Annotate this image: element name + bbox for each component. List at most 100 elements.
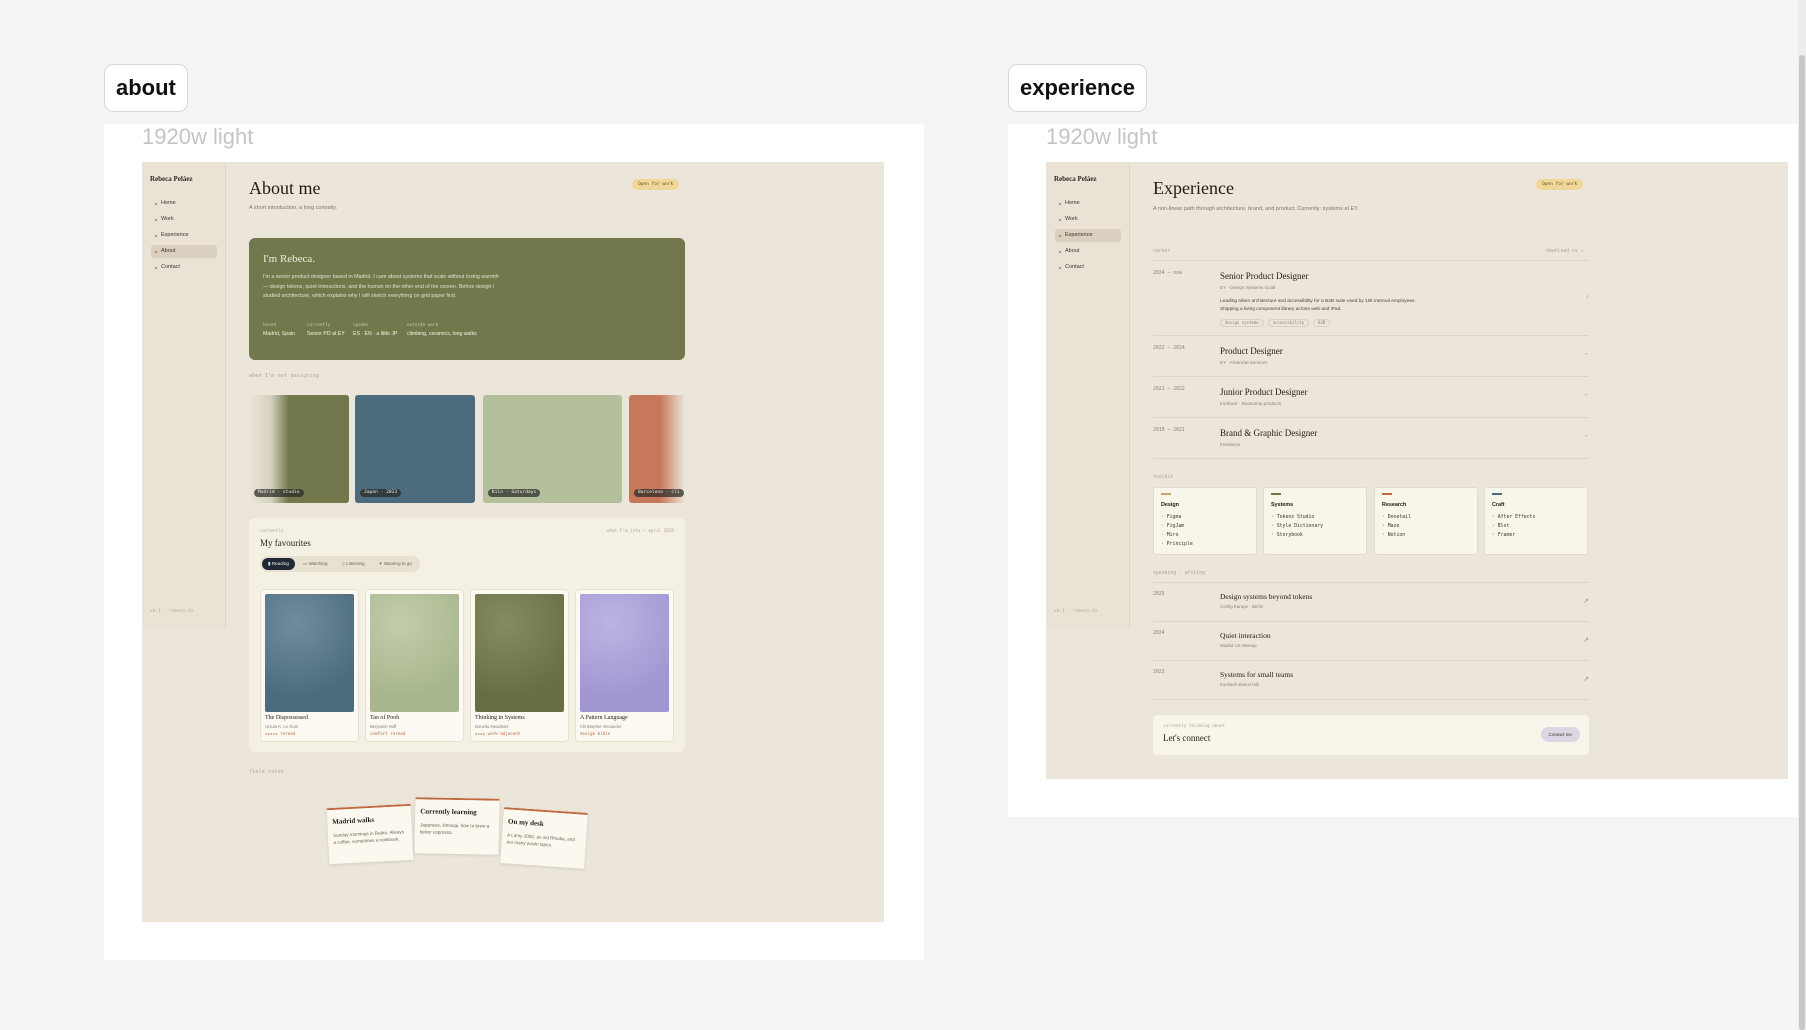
toolkit-title: Design: [1161, 502, 1179, 508]
external-link-icon[interactable]: ↗: [1583, 675, 1589, 683]
sidebar-item-work[interactable]: Work: [151, 213, 217, 226]
arrow-right-icon[interactable]: →: [1582, 391, 1589, 398]
status-badge[interactable]: Open for work: [632, 179, 680, 190]
external-link-icon[interactable]: ↗: [1583, 636, 1589, 644]
sidebar-item-label: Contact: [161, 264, 180, 270]
experience-row[interactable]: 2024 — now Senior Product Designer EY · …: [1153, 261, 1589, 336]
book-title: The Dispossessed: [265, 715, 308, 721]
sidebar-item-experience[interactable]: Experience: [1055, 229, 1121, 242]
career-section-label: career: [1153, 249, 1171, 254]
canvas-scrollbar[interactable]: [1798, 0, 1806, 1030]
sidebar-item-label: Work: [161, 216, 174, 222]
experience-row[interactable]: 2021 — 2022 Junior Product Designer Iron…: [1153, 377, 1589, 418]
book-title: A Pattern Language: [580, 715, 628, 721]
book-cover: [475, 594, 564, 712]
tab-label: Wanting to go: [383, 561, 412, 566]
list-item: · FigJam: [1161, 524, 1185, 529]
note-card[interactable]: Madrid walks Sunday mornings in Retiro. …: [326, 803, 414, 865]
sidebar-item-about[interactable]: About: [1055, 245, 1121, 258]
talk-row[interactable]: 2023 Systems for small teams Ironhack al…: [1153, 661, 1589, 700]
book-card[interactable]: A Pattern Language Christopher Alexander…: [575, 589, 674, 742]
toolkit-card-systems: Systems · Tokens Studio · Style Dictiona…: [1263, 487, 1367, 555]
list-item: · Tokens Studio: [1271, 515, 1315, 520]
talk-row[interactable]: 2024 Quiet interaction Madrid UX Meetup …: [1153, 622, 1589, 661]
toolkit-title: Research: [1382, 502, 1407, 508]
frame-tag-about[interactable]: about: [104, 64, 188, 112]
sidebar-item-label: Work: [1065, 216, 1078, 222]
bullet-icon: [155, 218, 157, 221]
arrow-right-icon[interactable]: →: [1582, 350, 1589, 357]
favourites-title: My favourites: [260, 538, 311, 548]
notes-section-label: field notes: [249, 770, 285, 775]
photo-madrid[interactable]: Madrid · studio: [249, 395, 349, 503]
download-cv-link[interactable]: download cv ↓: [1546, 249, 1584, 254]
scrollbar-thumb[interactable]: [1799, 55, 1805, 1030]
list-item: · Style Dictionary: [1271, 524, 1323, 529]
role-years: 2022 — 2024: [1153, 346, 1185, 351]
book-rating: design bible: [580, 731, 611, 736]
bullet-icon: [1059, 218, 1061, 221]
role-title: Brand & Graphic Designer: [1220, 428, 1318, 438]
sidebar-item-home[interactable]: Home: [151, 197, 217, 210]
book-card[interactable]: The Dispossessed Ursula K. Le Guin ★★★★★…: [260, 589, 359, 742]
list-item: · Figma: [1161, 515, 1182, 520]
experience-row[interactable]: 2022 — 2024 Product Designer EY · Financ…: [1153, 336, 1589, 377]
book-card[interactable]: Tao of Pooh Benjamin Hoff comfort reread: [365, 589, 464, 742]
contact-button[interactable]: Contact me: [1540, 727, 1580, 742]
about-page: Rebeca Peláez Home Work Experience About…: [142, 162, 884, 922]
fact-value: Senior PD at EY: [307, 331, 345, 337]
tab-wanting-to-go[interactable]: ✈ Wanting to go: [373, 558, 418, 570]
bullet-icon: [1059, 234, 1061, 237]
external-link-icon[interactable]: ↗: [1583, 597, 1589, 605]
photo-japan[interactable]: Japan · 2023: [355, 395, 475, 503]
page-subtitle: A short introduction, a long curiosity.: [249, 205, 337, 211]
photo-kiln[interactable]: Kiln · Saturdays: [483, 395, 622, 503]
book-cover: [370, 594, 459, 712]
status-badge[interactable]: Open for work: [1536, 179, 1584, 190]
role-tags: design systems accessibility B2B: [1220, 319, 1331, 327]
role-title: Junior Product Designer: [1220, 387, 1308, 397]
sidebar-item-work[interactable]: Work: [1055, 213, 1121, 226]
arrow-right-icon[interactable]: →: [1582, 432, 1589, 439]
toolkit-list: · Tokens Studio · Style Dictionary · Sto…: [1271, 513, 1323, 540]
tab-reading[interactable]: ▮ Reading: [262, 558, 295, 570]
role-years: 2019 — 2021: [1153, 428, 1185, 433]
bullet-icon: [155, 266, 157, 269]
note-title: Madrid walks: [332, 815, 375, 826]
experience-row[interactable]: 2019 — 2021 Brand & Graphic Designer Fre…: [1153, 418, 1589, 459]
sidebar: Rebeca Peláez Home Work Experience About…: [142, 162, 226, 628]
fact-value: ES · EN · a little JP: [353, 331, 398, 337]
favourites-meta: what I'm into — april 2025: [606, 529, 674, 534]
sidebar-item-label: Home: [1065, 200, 1080, 206]
talk-row[interactable]: 2025 Design systems beyond tokens Config…: [1153, 583, 1589, 622]
sidebar-item-about[interactable]: About: [151, 245, 217, 258]
artboard-label: 1920w light: [1046, 124, 1158, 149]
tab-listening[interactable]: ♫ Listening: [336, 558, 371, 570]
frame-tag-experience[interactable]: experience: [1008, 64, 1147, 112]
role-description: Leading token architecture and accessibi…: [1220, 299, 1416, 312]
sidebar-item-contact[interactable]: Contact: [1055, 261, 1121, 274]
fact-key: outside work: [407, 323, 439, 328]
list-item: · Miro: [1161, 533, 1179, 538]
intro-bio: I'm a senior product designer based in M…: [263, 274, 499, 299]
brand-name[interactable]: Rebeca Peláez: [1054, 175, 1097, 183]
sidebar-item-home[interactable]: Home: [1055, 197, 1121, 210]
book-card[interactable]: Thinking in Systems Donella Meadows ★★★★…: [470, 589, 569, 742]
note-card[interactable]: On my desk A Lamy 2000, an old Rhodia, a…: [500, 807, 588, 869]
photo-barcelona[interactable]: Barcelona · cli: [629, 395, 685, 503]
tab-watching[interactable]: ▭ Watching: [297, 558, 334, 570]
brand-name[interactable]: Rebeca Peláez: [150, 175, 193, 183]
photo-caption: Barcelona · cli: [634, 489, 684, 497]
book-rating: comfort reread: [370, 731, 406, 736]
accent-bar: [1492, 493, 1502, 495]
note-card[interactable]: Currently learning Japanese, kintsugi, h…: [414, 797, 500, 855]
sidebar-item-contact[interactable]: Contact: [151, 261, 217, 274]
toolkit-list: · Figma · FigJam · Miro · Principle: [1161, 513, 1193, 549]
bullet-icon: [1059, 202, 1061, 205]
chevron-down-icon[interactable]: ↓: [1586, 293, 1590, 300]
favourites-tabs: ▮ Reading ▭ Watching ♫ Listening ✈ Wanti…: [260, 556, 420, 572]
photo-caption: Japan · 2023: [360, 489, 402, 497]
artboard-about: 1920w light Rebeca Peláez Home Work Expe…: [104, 124, 924, 960]
note-body: Sunday mornings in Retiro. Always a coff…: [332, 829, 405, 845]
sidebar-item-experience[interactable]: Experience: [151, 229, 217, 242]
